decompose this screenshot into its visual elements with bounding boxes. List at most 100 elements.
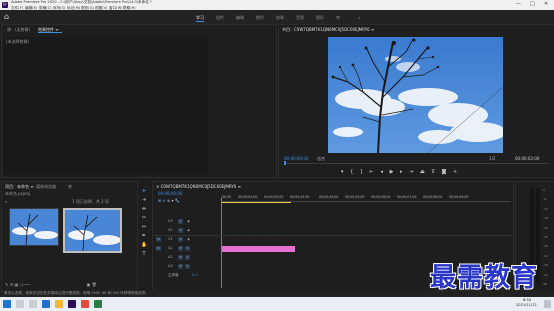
title-bar: Pr Adobe Premiere Pro 2020 - C:\用户\Ukay\… xyxy=(0,0,554,10)
meter-tick-6: -36 xyxy=(543,244,548,249)
marker-icon[interactable]: ▾ xyxy=(341,169,344,175)
meter-tick-7: -42 xyxy=(543,253,548,258)
icon-view-icon[interactable]: ▦ xyxy=(15,282,19,287)
toggle-sync-lock-icon[interactable]: ⊡ xyxy=(178,219,183,224)
tab-libraries[interactable]: 库 xyxy=(68,184,72,189)
toggle-output-icon[interactable]: ◉ xyxy=(186,228,191,233)
fit-dropdown[interactable]: 适合 xyxy=(317,156,325,161)
workspace-tab-audio[interactable]: 音频 xyxy=(296,15,304,20)
solo-icon[interactable]: S xyxy=(185,255,190,260)
ruler-label-1: 00;00;01;00 xyxy=(238,195,258,199)
work-area-bar[interactable] xyxy=(221,202,291,203)
workspace-tab-color[interactable]: 颜色 xyxy=(256,15,264,20)
step-back-icon[interactable]: ◂ xyxy=(380,169,383,175)
track-name-v3: V3 xyxy=(168,219,173,223)
tab-program[interactable]: 节目：C0W7QBM7K1QN0MC0J5DC00EJMRY6 ≡ xyxy=(282,27,374,32)
solo-icon[interactable]: S xyxy=(185,264,190,269)
source-patch-a1[interactable]: A1 xyxy=(156,246,161,251)
toggle-output-icon[interactable]: ◉ xyxy=(186,237,191,242)
selection-tool-icon[interactable]: ➤ xyxy=(141,188,147,194)
new-item-icon[interactable]: ▣ xyxy=(87,282,91,287)
hand-tool-icon[interactable]: ✋ xyxy=(141,242,147,248)
media-thumbnail-2-selected[interactable] xyxy=(63,208,122,253)
tab-project[interactable]: 项目：未命名 ≡ xyxy=(5,184,34,189)
minimize-button[interactable]: — xyxy=(516,1,521,7)
tab-media-browser[interactable]: 媒体浏览器 xyxy=(36,184,56,189)
workspace-tab-editing[interactable]: 编辑 xyxy=(236,15,244,20)
maximize-button[interactable]: □ xyxy=(530,1,535,7)
meter-tick-8: -48 xyxy=(543,263,548,268)
go-to-out-icon[interactable]: ⇥ xyxy=(409,169,413,175)
lift-icon[interactable]: ⏏ xyxy=(420,169,425,175)
mark-out-icon[interactable]: } xyxy=(360,169,363,175)
window-title: Adobe Premiere Pro 2020 - C:\用户\Ukay\文档\… xyxy=(11,0,152,4)
meter-tick-0: 0 xyxy=(543,188,545,192)
camera-icon[interactable]: ◙ xyxy=(442,169,447,175)
ruler-label-7: 00;00;07;00 xyxy=(397,195,417,199)
workspace-tab-graphics[interactable]: 图形 xyxy=(316,15,324,20)
timeline-timecode[interactable]: 00;00;00;00 xyxy=(158,191,182,196)
task-view-icon[interactable] xyxy=(29,300,37,308)
timeline-settings-icon[interactable]: 🔧 xyxy=(175,198,180,203)
meter-tick-5: -30 xyxy=(543,235,548,240)
close-button[interactable]: ✕ xyxy=(544,1,548,7)
mute-icon[interactable]: M xyxy=(178,255,183,260)
track-header-a1: A1 A1 M S xyxy=(156,246,218,253)
solo-icon[interactable]: S xyxy=(185,246,190,251)
write-protect-icon[interactable]: ✎ xyxy=(5,282,8,287)
play-icon[interactable]: ▶ xyxy=(390,169,394,175)
button-editor-icon[interactable]: + xyxy=(453,169,457,175)
tab-sequence[interactable]: ✕ C0W7QBM7K1QN0MC0J5DC00EJMRY6 ≡ xyxy=(156,184,241,189)
mute-icon[interactable]: M xyxy=(178,246,183,251)
meter-tick-9: -54 xyxy=(543,272,548,277)
tab-source[interactable]: 源：(无剪辑) xyxy=(7,27,30,32)
type-tool-icon[interactable]: T xyxy=(141,251,147,257)
zoom-slider[interactable]: ○─── xyxy=(20,282,31,287)
pen-tool-icon[interactable]: ✒ xyxy=(141,233,147,239)
extract-icon[interactable]: ⊼ xyxy=(431,169,435,175)
search-icon[interactable]: ⌕ xyxy=(5,199,10,204)
toggle-sync-lock-icon[interactable]: ⊡ xyxy=(178,237,183,242)
playhead-marker[interactable] xyxy=(284,161,286,165)
program-timecode[interactable]: 00:00:00:00 xyxy=(284,156,308,161)
program-scrubber[interactable] xyxy=(284,163,549,164)
track-header-a3: A3 M S xyxy=(156,264,218,271)
watermark-logo: 最需教育 xyxy=(430,263,539,293)
toggle-sync-lock-icon[interactable]: ⊡ xyxy=(178,228,183,233)
timeline-clip[interactable]: C0W7QBM7K1QN0MC0J5DC00EJMRY6.jpg xyxy=(222,237,295,252)
razor-tool-icon[interactable]: ✂ xyxy=(141,215,147,221)
workspace-tab-assembly[interactable]: 组件 xyxy=(216,15,224,20)
delete-icon[interactable]: 🗑 xyxy=(92,282,97,287)
taskbar-app2-icon[interactable] xyxy=(94,300,102,308)
track-header-v2: V2 ⊡ ◉ xyxy=(156,228,218,235)
edge-icon[interactable] xyxy=(42,300,50,308)
go-to-in-icon[interactable]: ⇤ xyxy=(370,169,374,175)
program-video-frame xyxy=(328,37,503,153)
workspace-tab-effects[interactable]: 效果 xyxy=(276,15,284,20)
workspace-more-icon[interactable]: » xyxy=(358,15,360,20)
search-icon[interactable] xyxy=(16,300,24,308)
master-volume[interactable]: 0.0 xyxy=(192,273,198,277)
toggle-output-icon[interactable]: ◉ xyxy=(186,219,191,224)
notification-icon[interactable] xyxy=(544,300,551,308)
resolution-dropdown[interactable]: 1/2 xyxy=(489,156,495,161)
premiere-taskbar-icon[interactable] xyxy=(68,300,76,308)
start-icon[interactable] xyxy=(3,300,11,308)
workspace-tab-libraries[interactable]: 库 xyxy=(336,15,340,20)
ruler-label-2: 00;00;02;00 xyxy=(264,195,284,199)
workspace-tab-learn[interactable]: 学习 xyxy=(196,15,204,22)
home-icon[interactable]: ⌂ xyxy=(4,13,12,21)
slip-tool-icon[interactable]: ↔ xyxy=(141,224,147,230)
mark-in-icon[interactable]: { xyxy=(350,169,353,175)
mute-icon[interactable]: M xyxy=(178,264,183,269)
ripple-edit-tool-icon[interactable]: ⇼ xyxy=(141,206,147,212)
active-tab-underline xyxy=(38,32,62,33)
step-forward-icon[interactable]: ▸ xyxy=(400,169,403,175)
file-explorer-icon[interactable] xyxy=(55,300,63,308)
no-clip-selected-label: (未选择剪辑) xyxy=(6,39,30,44)
media-thumbnail-1[interactable] xyxy=(9,208,59,246)
source-patch-v1[interactable]: V1 xyxy=(156,237,161,242)
taskbar-app-icon[interactable] xyxy=(81,300,89,308)
list-view-icon[interactable]: ☰ xyxy=(10,282,14,287)
track-select-tool-icon[interactable]: ⇥ xyxy=(141,197,147,203)
